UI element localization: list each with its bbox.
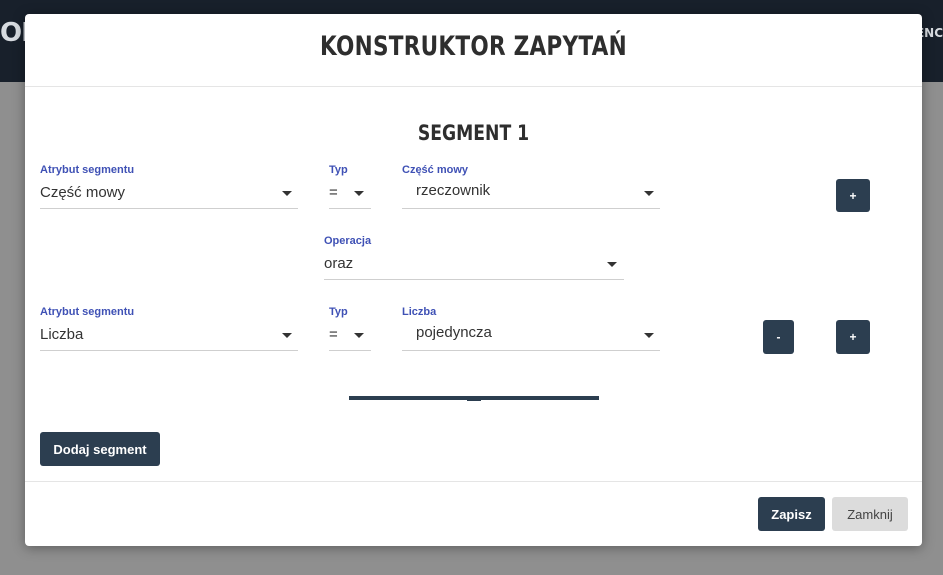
row2-value-value: pojedyncza xyxy=(416,324,492,341)
add-segment-button[interactable]: Dodaj segment xyxy=(40,432,160,466)
row2-type-value: = xyxy=(329,326,338,343)
row1-attribute-label: Atrybut segmentu xyxy=(40,164,135,176)
chevron-down-icon xyxy=(354,333,364,338)
close-button[interactable]: Zamknij xyxy=(832,497,908,531)
row1-type-control[interactable]: = xyxy=(329,178,371,209)
row1-add-condition-button[interactable]: + xyxy=(836,179,870,212)
save-button[interactable]: Zapisz xyxy=(758,497,825,531)
chevron-down-icon xyxy=(354,191,364,196)
row2-type-label: Typ xyxy=(329,306,348,318)
segment-title: SEGMENT 1 xyxy=(417,121,530,145)
row1-type-select[interactable]: Typ = xyxy=(329,164,371,210)
row2-remove-condition-button[interactable]: - xyxy=(763,320,794,354)
modal-title: KONSTRUKTOR ZAPYTAŃ xyxy=(320,31,627,62)
operation-value: oraz xyxy=(324,255,354,272)
row2-value-control[interactable]: pojedyncza xyxy=(402,320,660,351)
scrollbar-handle[interactable] xyxy=(467,399,481,401)
row2-attribute-control[interactable]: Liczba xyxy=(40,320,298,351)
operation-select[interactable]: Operacja oraz xyxy=(324,235,624,281)
row1-type-label: Typ xyxy=(329,164,348,176)
row1-attribute-control[interactable]: Część mowy xyxy=(40,178,298,209)
query-builder-modal: KONSTRUKTOR ZAPYTAŃ SEGMENT 1 Atrybut se… xyxy=(25,14,922,546)
row1-type-value: = xyxy=(329,184,338,201)
chevron-down-icon xyxy=(644,333,654,338)
row1-attribute-value: Część mowy xyxy=(40,184,126,201)
operation-control[interactable]: oraz xyxy=(324,249,624,280)
modal-footer-divider xyxy=(25,481,922,482)
row2-attribute-label: Atrybut segmentu xyxy=(40,306,135,318)
row2-attribute-value: Liczba xyxy=(40,326,84,343)
row2-add-condition-button[interactable]: + xyxy=(836,320,870,354)
chevron-down-icon xyxy=(282,191,292,196)
row1-value-label: Część mowy xyxy=(402,164,469,176)
chevron-down-icon xyxy=(644,191,654,196)
row2-type-select[interactable]: Typ = xyxy=(329,306,371,352)
modal-header: KONSTRUKTOR ZAPYTAŃ xyxy=(25,14,922,87)
row1-attribute-select[interactable]: Atrybut segmentu Część mowy xyxy=(40,164,298,210)
row2-value-select[interactable]: Liczba pojedyncza xyxy=(402,306,660,352)
operation-label: Operacja xyxy=(324,235,372,247)
chevron-down-icon xyxy=(282,333,292,338)
row1-value-select[interactable]: Część mowy rzeczownik xyxy=(402,164,660,210)
row2-value-label: Liczba xyxy=(402,306,437,318)
row2-type-control[interactable]: = xyxy=(329,320,371,351)
row1-value-value: rzeczownik xyxy=(416,182,491,199)
chevron-down-icon xyxy=(607,262,617,267)
row2-attribute-select[interactable]: Atrybut segmentu Liczba xyxy=(40,306,298,352)
row1-value-control[interactable]: rzeczownik xyxy=(402,178,660,209)
